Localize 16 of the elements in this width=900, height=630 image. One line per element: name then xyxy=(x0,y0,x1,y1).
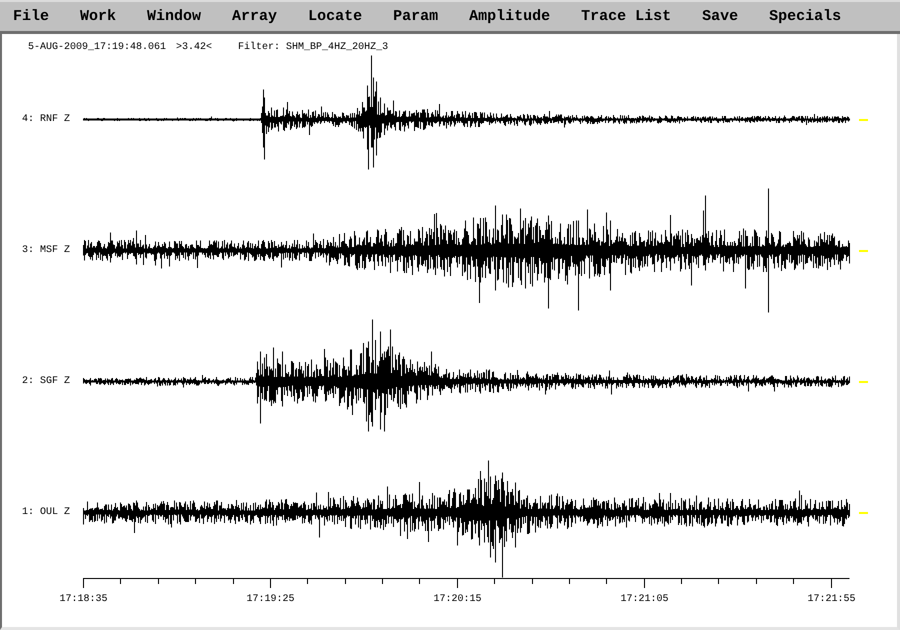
trace-label: 3: MSF Z xyxy=(22,244,70,256)
trace-label: 1: OUL Z xyxy=(22,506,70,518)
time-label: 17:21:55 xyxy=(808,594,856,605)
time-label: 17:19:25 xyxy=(246,594,294,605)
filter-label: Filter: SHM_BP_4HZ_20HZ_3 xyxy=(238,42,388,54)
trace-label: 2: SGF Z xyxy=(22,376,70,388)
trace-label: 4: RNF Z xyxy=(22,114,70,126)
time-label: 17:21:05 xyxy=(620,594,668,605)
dash-marker-icon xyxy=(859,512,868,514)
time-label: 17:18:35 xyxy=(60,594,108,605)
time-label: 17:20:15 xyxy=(434,594,482,605)
timestamp-text: 5-AUG-2009_17:19:48.061 xyxy=(28,42,166,54)
dash-marker-icon xyxy=(859,118,868,120)
amplitude-value: >3.42< xyxy=(176,42,212,54)
dash-marker-icon xyxy=(859,250,868,252)
dash-marker-icon xyxy=(859,380,868,382)
